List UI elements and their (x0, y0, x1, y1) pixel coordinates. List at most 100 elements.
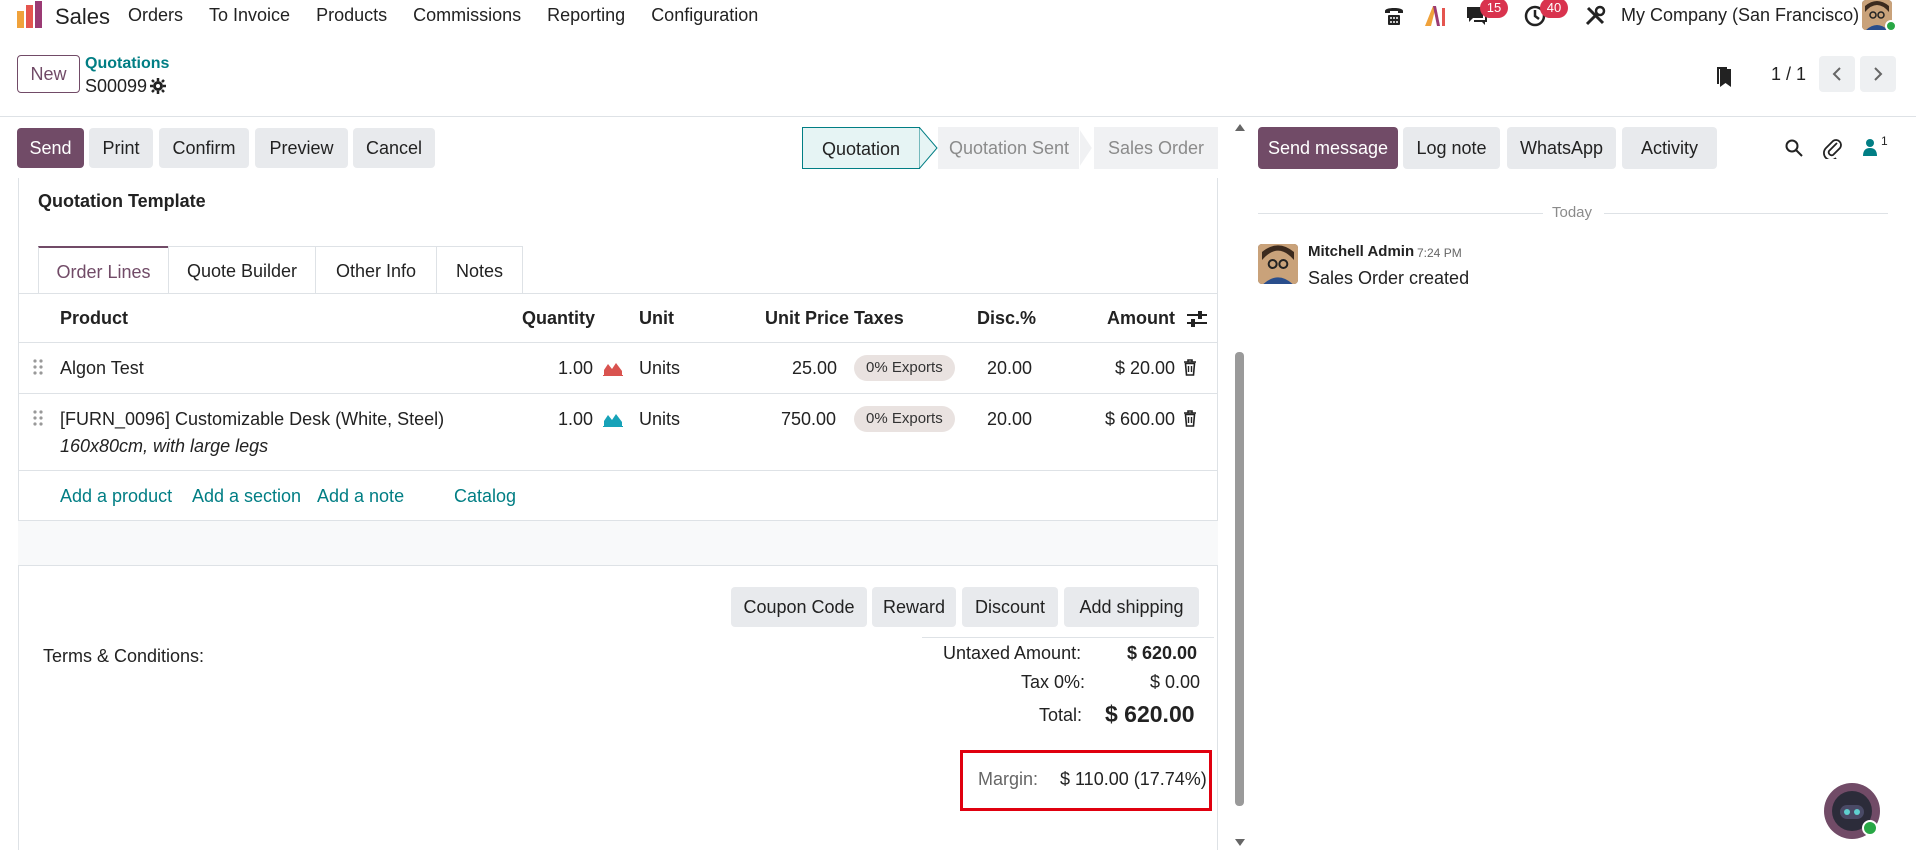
date-separator: Today (1552, 204, 1593, 221)
whatsapp-button[interactable]: WhatsApp (1507, 127, 1616, 169)
tab-other-info[interactable]: Other Info (315, 246, 437, 294)
reward-button[interactable]: Reward (872, 587, 956, 627)
tax-value: $ 0.00 (1150, 672, 1201, 692)
add-note-link[interactable]: Add a note (317, 486, 404, 507)
untaxed-amount-value: $ 620.00 (1127, 643, 1198, 663)
tax-tag[interactable]: 0% Exports (854, 406, 955, 432)
line-unit-price[interactable]: 750.00 (781, 409, 836, 430)
menu-commissions[interactable]: Commissions (413, 5, 521, 26)
menu-to-invoice[interactable]: To Invoice (209, 5, 290, 26)
activity-button[interactable]: Activity (1622, 127, 1717, 169)
column-discount[interactable]: Disc.% (977, 308, 1036, 329)
followers-count: 1 (1881, 134, 1888, 148)
send-message-button[interactable]: Send message (1258, 127, 1398, 169)
trash-icon[interactable] (1183, 359, 1197, 376)
pager-next-button[interactable] (1860, 56, 1896, 92)
heart-icon (1862, 820, 1878, 836)
total-value: $ 620.00 (1105, 701, 1195, 727)
tax-label: Tax 0%: (1021, 672, 1086, 692)
tab-baseline (18, 293, 1218, 294)
column-quantity[interactable]: Quantity (522, 308, 595, 329)
status-arrow (1079, 127, 1095, 169)
scroll-up-arrow[interactable] (1234, 122, 1246, 132)
row-divider (18, 470, 1218, 471)
messages-badge: 15 (1480, 0, 1508, 18)
line-unit[interactable]: Units (639, 409, 680, 430)
column-taxes[interactable]: Taxes (854, 308, 904, 329)
menu-configuration[interactable]: Configuration (651, 5, 758, 26)
paperclip-icon[interactable] (1823, 137, 1843, 159)
forecast-chart-icon[interactable] (603, 360, 623, 376)
tab-notes[interactable]: Notes (436, 246, 523, 294)
top-navbar: Sales Orders To Invoice Products Commiss… (0, 0, 1916, 32)
discount-button[interactable]: Discount (962, 587, 1058, 627)
main-menu: Orders To Invoice Products Commissions R… (128, 5, 784, 26)
status-quotation[interactable]: Quotation (802, 127, 920, 169)
app-name[interactable]: Sales (55, 4, 110, 30)
followers-icon[interactable] (1862, 138, 1878, 156)
preview-button[interactable]: Preview (255, 128, 348, 168)
add-product-link[interactable]: Add a product (60, 486, 172, 507)
debug-tools-icon[interactable] (1584, 5, 1606, 27)
coupon-code-button[interactable]: Coupon Code (731, 587, 867, 627)
scrollbar-thumb[interactable] (1235, 352, 1244, 806)
quotation-template-label: Quotation Template (38, 191, 206, 211)
line-discount[interactable]: 20.00 (987, 409, 1032, 430)
tax-tag[interactable]: 0% Exports (854, 355, 955, 381)
print-button[interactable]: Print (89, 128, 153, 168)
line-product[interactable]: Algon Test (60, 358, 144, 379)
add-section-link[interactable]: Add a section (192, 486, 301, 507)
phone-icon[interactable] (1382, 4, 1406, 28)
online-status-dot (1885, 20, 1897, 32)
margin-value: $ 110.00 (17.74%) (1060, 769, 1207, 789)
line-unit-price[interactable]: 25.00 (792, 358, 837, 379)
line-product[interactable]: [FURN_0096] Customizable Desk (White, St… (60, 409, 444, 430)
bookmark-icon[interactable] (1716, 66, 1734, 88)
optional-columns-icon[interactable] (1187, 310, 1207, 328)
catalog-link[interactable]: Catalog (454, 486, 516, 507)
confirm-button[interactable]: Confirm (159, 128, 249, 168)
search-icon[interactable] (1785, 139, 1803, 157)
scroll-down-arrow[interactable] (1234, 838, 1246, 848)
tab-quote-builder[interactable]: Quote Builder (168, 246, 316, 294)
line-quantity[interactable]: 1.00 (558, 409, 593, 430)
cancel-button[interactable]: Cancel (353, 128, 435, 168)
status-sales-order[interactable]: Sales Order (1094, 127, 1218, 169)
pager-value[interactable]: 1 / 1 (1771, 64, 1806, 85)
trash-icon[interactable] (1183, 410, 1197, 427)
line-quantity[interactable]: 1.00 (558, 358, 593, 379)
breadcrumb-quotations[interactable]: Quotations (85, 55, 169, 73)
pager-previous-button[interactable] (1819, 56, 1855, 92)
total-label: Total: (1039, 705, 1083, 725)
menu-reporting[interactable]: Reporting (547, 5, 625, 26)
drag-handle-icon[interactable] (32, 358, 44, 376)
line-description[interactable]: 160x80cm, with large legs (60, 436, 268, 457)
message-author-avatar[interactable] (1258, 244, 1298, 284)
company-switcher[interactable]: My Company (San Francisco) (1621, 5, 1859, 26)
column-product[interactable]: Product (60, 308, 128, 329)
log-note-button[interactable]: Log note (1403, 127, 1500, 169)
message-author[interactable]: Mitchell Admin (1308, 243, 1414, 260)
date-separator-line (1604, 213, 1888, 214)
tab-order-lines[interactable]: Order Lines (38, 246, 169, 294)
menu-products[interactable]: Products (316, 5, 387, 26)
ai-icon[interactable] (1423, 4, 1447, 28)
send-button[interactable]: Send (17, 128, 84, 168)
column-unit-price[interactable]: Unit Price (765, 308, 849, 329)
menu-orders[interactable]: Orders (128, 5, 183, 26)
drag-handle-icon[interactable] (32, 409, 44, 427)
new-button[interactable]: New (17, 55, 80, 93)
line-unit[interactable]: Units (639, 358, 680, 379)
chevron-right-icon (1874, 67, 1883, 81)
add-shipping-button[interactable]: Add shipping (1064, 587, 1199, 627)
header-divider (18, 342, 1218, 343)
message-time: 7:24 PM (1417, 246, 1462, 260)
status-quotation-sent[interactable]: Quotation Sent (938, 127, 1080, 169)
column-amount[interactable]: Amount (1107, 308, 1175, 329)
line-discount[interactable]: 20.00 (987, 358, 1032, 379)
gear-icon[interactable] (150, 78, 166, 94)
column-unit[interactable]: Unit (639, 308, 674, 329)
sales-app-icon[interactable] (16, 1, 44, 29)
date-separator-line (1258, 213, 1543, 214)
forecast-chart-icon[interactable] (603, 411, 623, 427)
